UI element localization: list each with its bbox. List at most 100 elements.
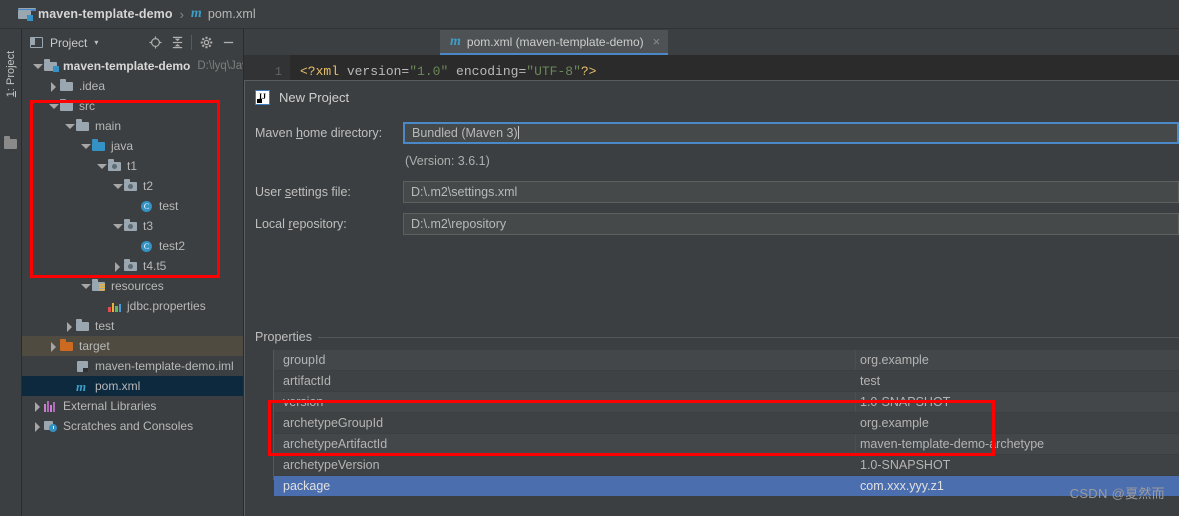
xml-decl-open: <?xml: [300, 64, 347, 79]
tool-window-tab-project[interactable]: 11: Project: Project: [0, 42, 22, 106]
property-key: archetypeVersion: [283, 458, 380, 472]
field-input-2[interactable]: D:\.m2\repository: [403, 213, 1179, 235]
folder-icon: [75, 119, 91, 133]
tree-node-label: .idea: [79, 79, 106, 93]
intellij-idea-window: maven-template-demo › m pom.xml 11: Proj…: [0, 0, 1179, 516]
field-input-0[interactable]: Bundled (Maven 3): [403, 122, 1179, 144]
property-value: org.example: [860, 353, 929, 367]
tree-node-t4-t5[interactable]: t4.t5: [22, 256, 243, 276]
tree-node-scratches-and-consoles[interactable]: Scratches and Consoles: [22, 416, 243, 436]
chevron-right-icon[interactable]: [64, 321, 75, 332]
tree-node-target[interactable]: target: [22, 336, 243, 356]
tree-node-external-libraries[interactable]: External Libraries: [22, 396, 243, 416]
field-value-0: Bundled (Maven 3): [412, 126, 518, 140]
property-value: org.example: [860, 416, 929, 430]
xml-attr-version: version=: [346, 64, 410, 79]
tree-node-label: Scratches and Consoles: [63, 419, 194, 433]
maven-m-icon: m: [190, 6, 202, 21]
chevron-right-icon[interactable]: [112, 261, 123, 272]
property-value: 1.0-SNAPSHOT: [860, 395, 951, 409]
folder-icon[interactable]: [4, 136, 17, 149]
editor-tab-pom-xml[interactable]: m pom.xml (maven-template-demo) ×: [440, 30, 669, 55]
property-value: test: [860, 374, 881, 388]
tree-node-maven-template-demo[interactable]: maven-template-demo D:\lyq\Java Project\m…: [22, 56, 243, 76]
tree-node-t1[interactable]: t1: [22, 156, 243, 176]
tree-node-test[interactable]: Ctest: [22, 196, 243, 216]
property-value: 1.0-SNAPSHOT: [860, 458, 951, 472]
source-folder-icon: [91, 139, 107, 153]
chevron-down-icon[interactable]: [48, 101, 59, 112]
intellij-idea-icon: IJ: [255, 90, 270, 105]
chevron-right-icon[interactable]: [32, 421, 43, 432]
breadcrumb-file[interactable]: m pom.xml: [191, 6, 256, 22]
tree-node-test[interactable]: test: [22, 316, 243, 336]
resources-folder-icon: [91, 279, 107, 293]
field-input-1[interactable]: D:\.m2\settings.xml: [403, 181, 1179, 203]
property-row-artifactId[interactable]: artifactId test: [274, 371, 1179, 392]
field-label-0: Maven home directory:: [255, 126, 383, 140]
tree-node-main[interactable]: main: [22, 116, 243, 136]
tree-node-jdbc-properties[interactable]: jdbc.properties: [22, 296, 243, 316]
property-key: archetypeGroupId: [283, 416, 384, 430]
chevron-right-icon[interactable]: [48, 341, 59, 352]
breadcrumb-project[interactable]: maven-template-demo: [18, 7, 173, 21]
tree-node-t3[interactable]: t3: [22, 216, 243, 236]
chevron-down-icon[interactable]: ▾: [94, 38, 98, 47]
project-tree[interactable]: maven-template-demo D:\lyq\Java Project\m…: [22, 56, 243, 516]
tree-node-label: main: [95, 119, 122, 133]
tree-node-src[interactable]: src: [22, 96, 243, 116]
properties-table[interactable]: groupId org.example artifactId test version 1…: [273, 350, 1179, 497]
scratches-icon: [43, 419, 59, 433]
chevron-down-icon[interactable]: [32, 61, 43, 72]
chevron-down-icon[interactable]: [64, 121, 75, 132]
property-row-package[interactable]: package com.xxx.yyy.z1: [274, 476, 1179, 497]
tree-node-resources[interactable]: resources: [22, 276, 243, 296]
tree-node-label: jdbc.properties: [127, 299, 206, 313]
excluded-folder-icon: [59, 339, 75, 353]
project-panel-toolbar: [144, 29, 239, 56]
tree-node-path: D:\lyq\Java Project\maven-template-dem: [197, 60, 243, 72]
iml-file-icon: [75, 359, 91, 373]
property-key: version: [283, 395, 324, 409]
chevron-down-icon[interactable]: [112, 181, 123, 192]
property-row-archetypeGroupId[interactable]: archetypeGroupId org.example: [274, 413, 1179, 434]
tree-node-java[interactable]: java: [22, 136, 243, 156]
toolbar-divider: [191, 35, 192, 50]
field-label-1: User settings file:: [255, 185, 351, 199]
tree-node-t2[interactable]: t2: [22, 176, 243, 196]
collapse-all-icon[interactable]: [166, 32, 188, 54]
code-line-1: <?xml version="1.0" encoding="UTF-8"?>: [300, 64, 596, 79]
chevron-down-icon[interactable]: [96, 161, 107, 172]
maven-m-icon: m: [76, 379, 87, 394]
breadcrumb-file-label: pom.xml: [207, 7, 256, 21]
project-panel-header: Project ▾: [22, 29, 243, 56]
property-value: com.xxx.yyy.z1: [860, 479, 944, 493]
chevron-down-icon[interactable]: [80, 141, 91, 152]
tree-node-label: maven-template-demo: [63, 59, 191, 73]
dialog-title: IJ New Project: [255, 90, 349, 105]
chevron-down-icon[interactable]: [80, 281, 91, 292]
hide-window-icon[interactable]: [217, 32, 239, 54]
property-row-archetypeVersion[interactable]: archetypeVersion 1.0-SNAPSHOT: [274, 455, 1179, 476]
locate-icon[interactable]: [144, 32, 166, 54]
close-icon[interactable]: ×: [653, 34, 661, 49]
watermark: CSDN @夏然而: [1069, 486, 1165, 501]
chevron-right-icon[interactable]: [48, 81, 59, 92]
chevron-right-icon[interactable]: [32, 401, 43, 412]
property-row-archetypeArtifactId[interactable]: archetypeArtifactId maven-template-demo-a…: [274, 434, 1179, 455]
tree-node-test2[interactable]: Ctest2: [22, 236, 243, 256]
property-row-groupId[interactable]: groupId org.example: [274, 350, 1179, 371]
tree-node-pom-xml[interactable]: m pom.xml: [22, 376, 243, 396]
project-panel-title: Project: [50, 35, 88, 50]
dialog-field-0: Maven home directory: Bundled (Maven 3): [245, 122, 1179, 144]
tree-node-maven-template-demo-iml[interactable]: maven-template-demo.iml: [22, 356, 243, 376]
tree-node-label: t2: [143, 179, 154, 193]
property-row-version[interactable]: version 1.0-SNAPSHOT: [274, 392, 1179, 413]
gear-icon[interactable]: [195, 32, 217, 54]
tree-node-label: java: [111, 139, 134, 153]
tree-node--idea[interactable]: .idea: [22, 76, 243, 96]
chevron-down-icon[interactable]: [112, 221, 123, 232]
